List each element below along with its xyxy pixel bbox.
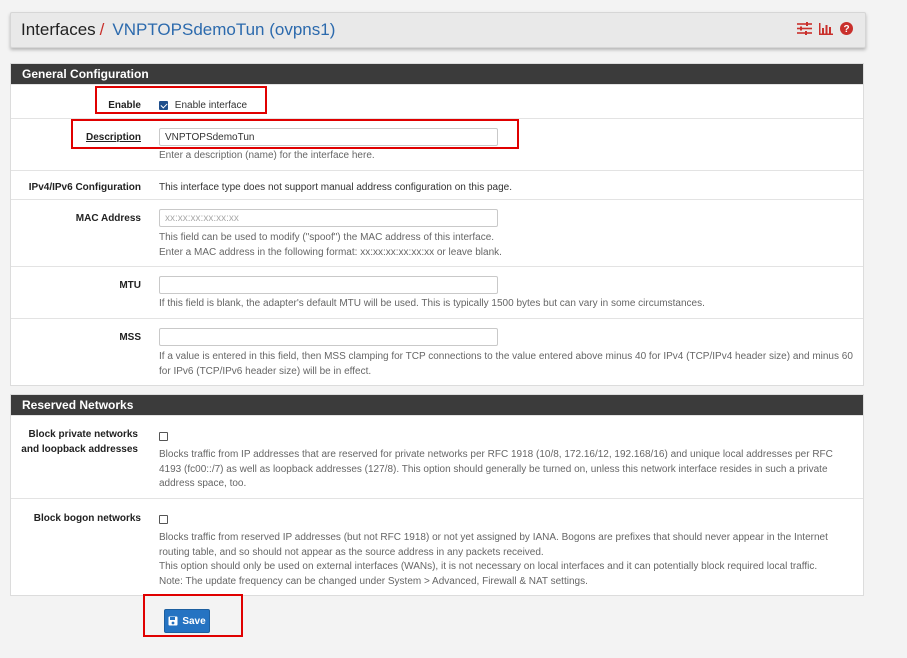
mac-label: MAC Address — [75, 213, 141, 224]
mac-help-1: This field can be used to modify ("spoof… — [159, 232, 495, 243]
mtu-help: If this field is blank, the adapter's de… — [159, 298, 705, 309]
svg-text:?: ? — [843, 24, 849, 35]
block-private-field: Blocks traffic from IP addresses that ar… — [159, 429, 857, 492]
mss-label: MSS — [119, 332, 141, 343]
description-help: Enter a description (name) for the inter… — [159, 150, 375, 161]
mss-input[interactable] — [159, 328, 498, 346]
mtu-field: If this field is blank, the adapter's de… — [159, 276, 857, 312]
ipconfig-row: IPv4/IPv6 Configuration This interface t… — [11, 170, 863, 199]
mac-field: This field can be used to modify ("spoof… — [159, 209, 857, 260]
ipconfig-label: IPv4/IPv6 Configuration — [28, 182, 141, 193]
mss-help: If a value is entered in this field, the… — [159, 351, 853, 377]
block-bogon-label: Block bogon networks — [33, 513, 141, 524]
block-bogon-field: Blocks traffic from reserved IP addresse… — [159, 512, 857, 589]
breadcrumb-current[interactable]: VNPTOPSdemoTun (ovpns1) — [112, 20, 335, 40]
block-bogon-help-1: Blocks traffic from reserved IP addresse… — [159, 532, 828, 558]
block-bogon-help-3: Note: The update frequency can be change… — [159, 575, 588, 587]
breadcrumb-separator: / — [99, 20, 105, 39]
block-private-checkbox[interactable] — [159, 431, 168, 441]
sliders-icon[interactable] — [797, 22, 812, 35]
mss-field: If a value is entered in this field, the… — [159, 328, 857, 379]
highlight-description-box — [71, 119, 519, 149]
header-icon-bar: ? — [797, 22, 853, 35]
block-bogon-row: Block bogon networks Blocks traffic from… — [11, 498, 863, 596]
breadcrumb-root[interactable]: Interfaces — [21, 20, 96, 40]
mac-help-2: Enter a MAC address in the following for… — [159, 246, 502, 258]
highlight-save-box — [143, 594, 243, 637]
mac-row: MAC Address This field can be used to mo… — [11, 199, 863, 266]
block-private-help: Blocks traffic from IP addresses that ar… — [159, 449, 833, 489]
mtu-input[interactable] — [159, 276, 498, 294]
block-private-label: Block private networks and loopback addr… — [21, 429, 138, 455]
mtu-label: MTU — [119, 280, 141, 291]
block-private-row: Block private networks and loopback addr… — [11, 415, 863, 498]
ipconfig-text: This interface type does not support man… — [159, 182, 512, 193]
bar-chart-icon[interactable] — [819, 22, 833, 35]
reserved-networks-panel: Reserved Networks Block private networks… — [10, 394, 864, 596]
block-bogon-checkbox[interactable] — [159, 514, 168, 524]
mac-input[interactable] — [159, 209, 498, 227]
mss-row: MSS If a value is entered in this field,… — [11, 318, 863, 385]
mtu-row: MTU If this field is blank, the adapter'… — [11, 266, 863, 318]
block-bogon-help-2: This option should only be used on exter… — [159, 561, 818, 572]
panel-heading-reserved: Reserved Networks — [11, 395, 863, 415]
help-icon[interactable]: ? — [840, 22, 853, 35]
page-header: Interfaces / VNPTOPSdemoTun (ovpns1) ? — [10, 12, 866, 48]
highlight-enable-box — [95, 86, 267, 114]
panel-heading-general: General Configuration — [11, 64, 863, 84]
